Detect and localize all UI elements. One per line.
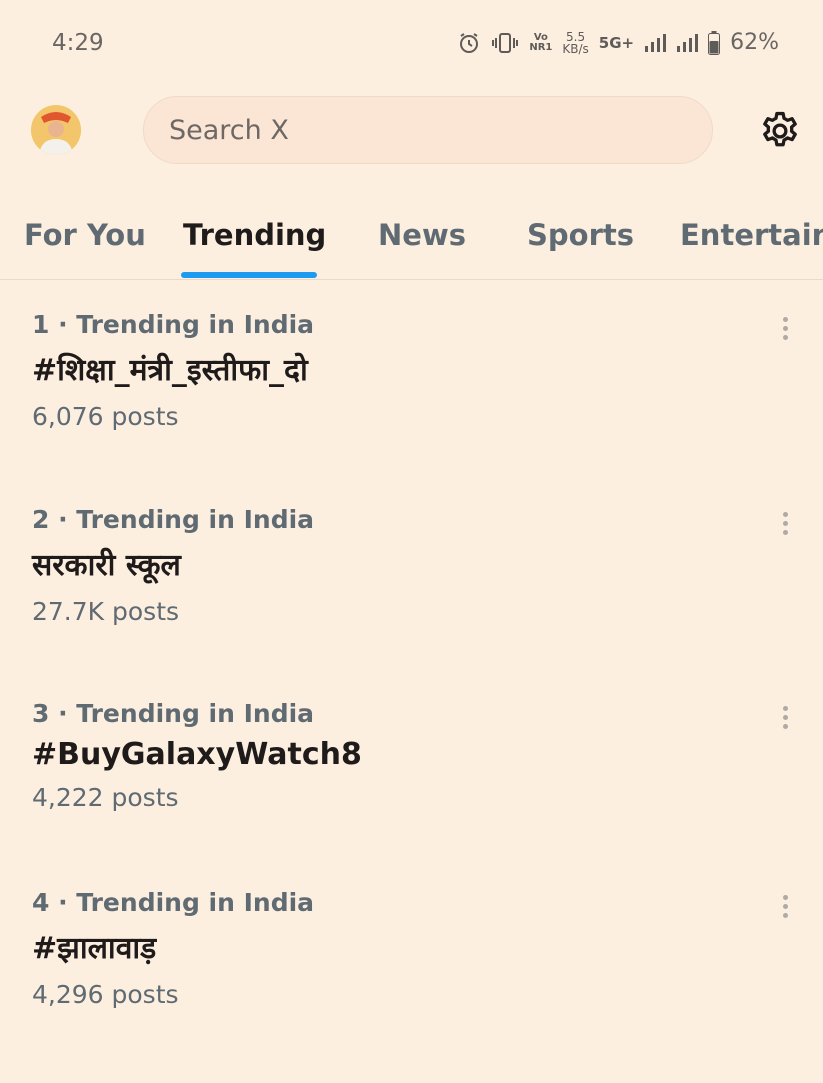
- network-speed-value: 5.5: [566, 29, 586, 44]
- trend-name: #झालावाड़: [32, 931, 157, 966]
- battery-icon: [708, 30, 721, 55]
- trend-post-count: 6,076 posts: [32, 402, 179, 431]
- 5g-plus-icon: 5G+: [599, 34, 634, 52]
- vibrate-icon: [491, 32, 519, 54]
- tab-bar: For You Trending News Sports Entertain: [0, 190, 823, 280]
- gear-icon[interactable]: [758, 109, 802, 153]
- network-speed-unit: KB/s: [562, 41, 589, 56]
- trend-meta: 1 · Trending in India: [32, 310, 315, 339]
- active-tab-indicator: [181, 272, 317, 278]
- battery-percentage: 62%: [730, 30, 779, 55]
- trend-name: #शिक्षा_मंत्री_इस्तीफा_दो: [32, 353, 308, 388]
- volte-top-label: Vo: [533, 31, 548, 43]
- tab-news[interactable]: News: [378, 218, 466, 252]
- more-options-icon[interactable]: [773, 699, 797, 735]
- tab-trending[interactable]: Trending: [183, 218, 326, 252]
- more-options-icon[interactable]: [773, 888, 797, 924]
- more-options-icon[interactable]: [773, 505, 797, 541]
- signal-icon: [644, 33, 667, 53]
- trend-item[interactable]: 2 · Trending in India सरकारी स्कूल 27.7K…: [0, 505, 823, 700]
- trend-meta: 2 · Trending in India: [32, 505, 315, 534]
- status-time: 4:29: [52, 30, 104, 56]
- trend-name: सरकारी स्कूल: [32, 548, 181, 583]
- tab-sports[interactable]: Sports: [527, 218, 634, 252]
- tab-entertainment[interactable]: Entertain: [680, 218, 823, 252]
- volte-bottom-label: NR1: [529, 41, 553, 53]
- network-speed: 5.5 KB/s: [562, 31, 588, 55]
- status-icons: Vo NR1 5.5 KB/s 5G+ 62%: [457, 30, 779, 55]
- trend-item[interactable]: 3 · Trending in India #BuyGalaxyWatch8 4…: [0, 699, 823, 894]
- net-type-label: 5G+: [598, 33, 635, 52]
- trend-item[interactable]: 4 · Trending in India #झालावाड़ 4,296 po…: [0, 888, 823, 1083]
- status-bar: 4:29 Vo NR1 5.5 KB/s 5G+ 62%: [0, 0, 823, 90]
- signal-icon: [676, 33, 699, 53]
- trend-meta: 3 · Trending in India: [32, 699, 315, 728]
- search-input[interactable]: [167, 113, 712, 147]
- trend-post-count: 4,296 posts: [32, 980, 179, 1009]
- alarm-icon: [457, 31, 481, 55]
- trend-post-count: 27.7K posts: [32, 597, 180, 626]
- volte-icon: Vo NR1: [529, 31, 553, 53]
- more-options-icon[interactable]: [773, 310, 797, 346]
- trend-item[interactable]: 1 · Trending in India #शिक्षा_मंत्री_इस्…: [0, 310, 823, 505]
- trend-meta: 4 · Trending in India: [32, 888, 315, 917]
- trend-name: #BuyGalaxyWatch8: [32, 737, 362, 772]
- tab-for-you[interactable]: For You: [24, 218, 146, 252]
- search-bar[interactable]: [143, 96, 713, 164]
- profile-avatar[interactable]: [31, 105, 81, 155]
- trend-post-count: 4,222 posts: [32, 783, 179, 812]
